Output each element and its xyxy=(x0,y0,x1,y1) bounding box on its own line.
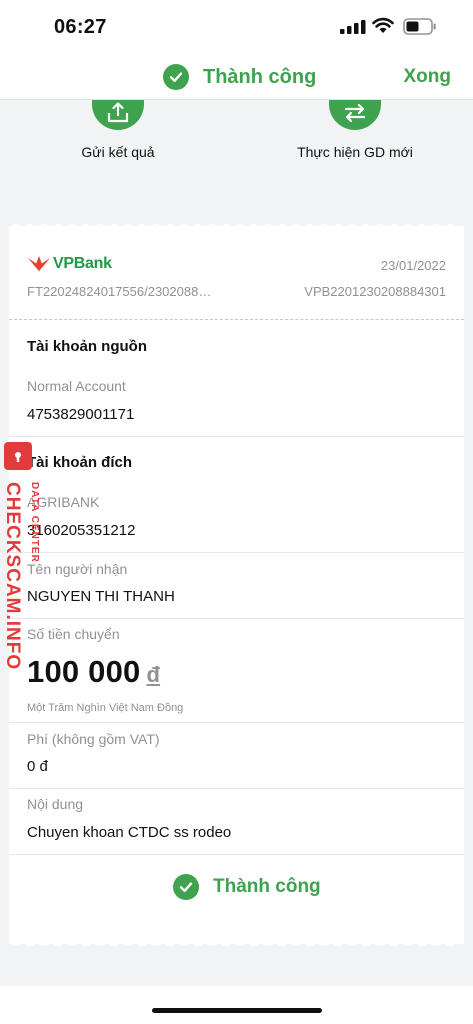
transaction-ref-right: VPB2201230208884301 xyxy=(304,284,446,299)
nav-title-group: Thành công xyxy=(163,63,316,91)
divider xyxy=(9,436,464,437)
transaction-ref-left: FT22024824017556/2302088… xyxy=(27,284,212,299)
checkmark-circle-icon xyxy=(163,64,189,90)
wifi-icon xyxy=(372,17,394,33)
status-bar: 06:27 xyxy=(0,0,473,56)
divider xyxy=(9,722,464,723)
new-transaction-label: Thực hiện GD mới xyxy=(297,144,413,160)
cellular-signal-icon xyxy=(340,20,366,34)
checkscam-watermark: CHECKSCAM.INFO DATA CENTER xyxy=(0,437,48,671)
amount-in-words: Một Trăm Nghìn Việt Nam Đồng xyxy=(27,702,184,714)
source-account-type: Normal Account xyxy=(27,378,126,394)
source-account-title: Tài khoản nguồn xyxy=(27,338,147,355)
lock-icon xyxy=(4,437,32,470)
swap-arrows-icon[interactable] xyxy=(329,100,381,130)
status-time: 06:27 xyxy=(54,16,107,38)
divider xyxy=(9,552,464,553)
vpbank-logo: VPBank xyxy=(27,254,112,274)
receipt-status-text: Thành công xyxy=(213,876,321,897)
recipient-name: NGUYEN THI THANH xyxy=(27,588,175,605)
nav-bar: Thành công Xong xyxy=(0,56,473,100)
send-result-label: Gửi kết quả xyxy=(81,144,155,160)
receipt-edge-bottom xyxy=(9,942,464,946)
checkmark-circle-icon xyxy=(173,874,199,900)
receipt-status: Thành công xyxy=(173,874,321,900)
done-button[interactable]: Xong xyxy=(404,66,452,88)
home-indicator[interactable] xyxy=(152,1008,322,1013)
home-area xyxy=(0,986,473,1024)
watermark-sub-text: DATA CENTER xyxy=(29,482,40,563)
content-value: Chuyen khoan CTDC ss rodeo xyxy=(27,824,232,841)
source-account-number: 4753829001171 xyxy=(27,406,135,423)
divider xyxy=(9,788,464,789)
share-upload-icon[interactable] xyxy=(92,100,144,130)
dashed-divider xyxy=(9,319,464,320)
battery-icon xyxy=(403,18,436,35)
transaction-receipt: VPBank 23/01/2022 FT22024824017556/23020… xyxy=(9,226,464,944)
amount-currency: đ xyxy=(146,662,161,687)
bank-name: VPBank xyxy=(53,255,112,272)
vpbank-logo-icon xyxy=(28,256,50,272)
new-transaction-button[interactable]: Thực hiện GD mới xyxy=(275,100,435,160)
fee-value: 0 đ xyxy=(27,758,48,775)
transaction-date: 23/01/2022 xyxy=(380,258,446,273)
watermark-main-text: CHECKSCAM.INFO xyxy=(2,482,23,671)
fee-label: Phí (không gồm VAT) xyxy=(27,731,160,747)
send-result-button[interactable]: Gửi kết quả xyxy=(38,100,198,160)
content-label: Nội dung xyxy=(27,796,84,812)
divider xyxy=(9,854,464,855)
nav-title: Thành công xyxy=(203,65,317,88)
divider xyxy=(9,618,464,619)
